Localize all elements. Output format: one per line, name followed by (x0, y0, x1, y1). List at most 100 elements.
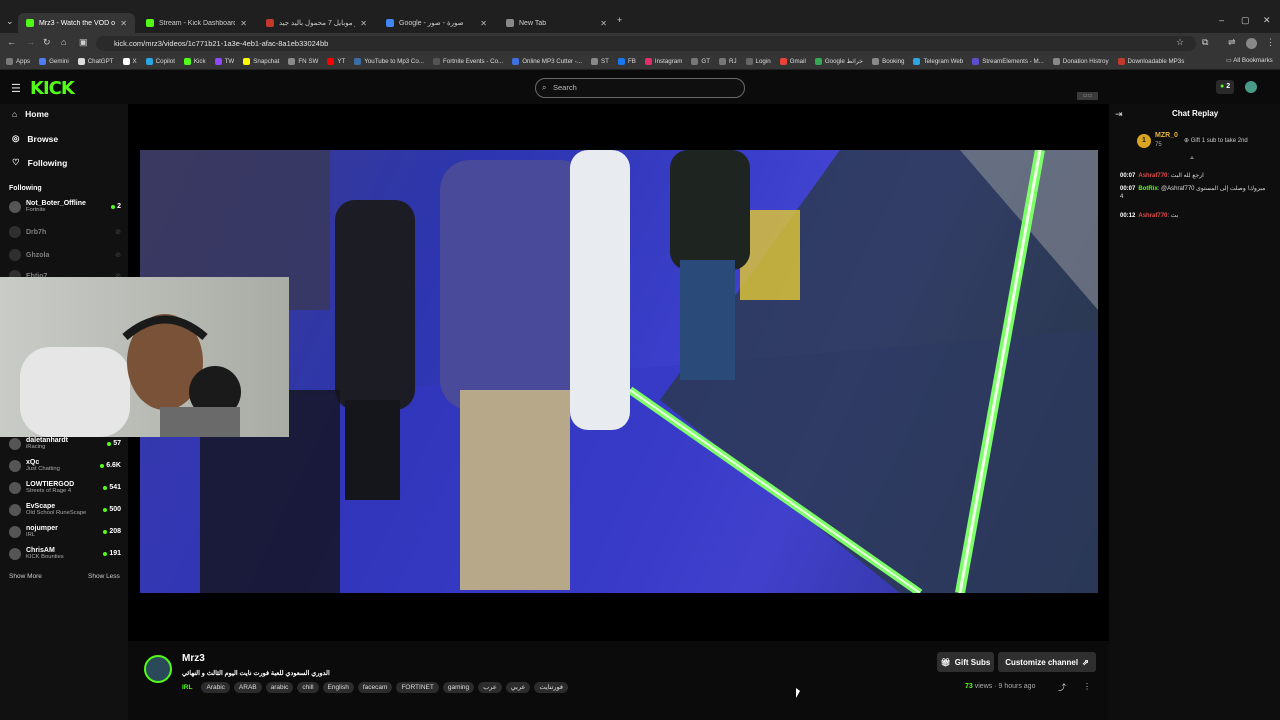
followed-channel[interactable]: Drb7h ⊘ (9, 226, 121, 238)
all-bookmarks-button[interactable]: ▭ All Bookmarks (1222, 57, 1273, 64)
bookmark-item[interactable]: Google خرائط (814, 58, 863, 65)
new-tab-button[interactable]: + (617, 15, 622, 25)
tab-label: Stream - Kick Dashboard (159, 19, 236, 27)
stream-tag[interactable]: English (322, 682, 354, 693)
bookmark-item[interactable]: Fortnite Events - Co... (433, 58, 503, 65)
user-avatar[interactable] (1245, 81, 1257, 93)
pinned-user-name[interactable]: MZR_0 (1155, 132, 1178, 139)
customize-channel-button[interactable]: Customize channel ⇗ (998, 652, 1096, 672)
bookmark-item[interactable]: RJ (718, 58, 737, 65)
close-tab-icon[interactable]: ✕ (240, 19, 247, 28)
bookmark-item[interactable]: Donation Histroy (1052, 58, 1109, 65)
minimize-button[interactable]: – (1219, 15, 1224, 25)
browser-menu-icon[interactable]: ⋮ (1266, 37, 1275, 48)
channel-name[interactable]: Mrz3 (182, 653, 205, 664)
close-tab-icon[interactable]: ✕ (480, 19, 487, 28)
extensions-icon[interactable]: ⧉ (1202, 37, 1208, 48)
channel-avatar[interactable] (144, 655, 172, 683)
bookmark-item[interactable]: FB (617, 58, 636, 65)
message-username[interactable]: Ashraf770 (1138, 173, 1167, 179)
bookmark-star-icon[interactable]: ☆ (1176, 37, 1184, 48)
stream-tag[interactable]: Arabic (201, 682, 230, 693)
followed-channel[interactable]: nojumper IRL 208 (9, 525, 121, 538)
bookmark-item[interactable]: YT (327, 58, 345, 65)
theater-mode-icon[interactable]: ▭▭ (1077, 92, 1098, 100)
followed-channel[interactable]: ChrisAM KICK Bounties 191 (9, 547, 121, 560)
tab-favicon (146, 19, 154, 27)
close-tab-icon[interactable]: ✕ (120, 19, 127, 28)
home-button-icon[interactable]: ⌂ (61, 37, 66, 47)
tab-search-icon[interactable]: ⌄ (6, 16, 14, 27)
bookmark-item[interactable]: StreamElements - M... (972, 58, 1044, 65)
reload-icon[interactable]: ↻ (43, 37, 51, 48)
stream-tag[interactable]: عرب (478, 682, 502, 693)
message-username[interactable]: Ashraf770 (1138, 213, 1167, 219)
bookmark-item[interactable]: GT (691, 58, 710, 65)
forward-icon[interactable]: → (26, 37, 35, 47)
bookmark-item[interactable]: Online MP3 Cutter -... (512, 58, 582, 65)
bookmark-item[interactable]: Login (745, 58, 771, 65)
stream-tag[interactable]: عربي (505, 682, 531, 693)
stream-tag[interactable]: FORTINET (396, 682, 439, 693)
browser-tab[interactable]: Stream - Kick Dashboard ✕ (138, 13, 255, 33)
bookmark-item[interactable]: Kick (183, 58, 206, 65)
stream-tag[interactable]: IRL (182, 682, 197, 693)
browser-tab[interactable]: New Tab ✕ (498, 13, 615, 33)
expand-leaderboard-icon[interactable]: ⩡ (1190, 155, 1194, 163)
bookmark-item[interactable]: ChatGPT (77, 58, 114, 65)
close-window-button[interactable]: ✕ (1263, 15, 1271, 26)
stream-tag[interactable]: ARAB (233, 682, 262, 693)
followed-channel[interactable]: LOWTIERGOD Streets of Rage 4 541 (9, 481, 121, 494)
browser-tab[interactable]: Mrz3 - Watch the VOD on ✕ (18, 13, 135, 33)
bookmark-item[interactable]: TW (214, 58, 234, 65)
followed-channel[interactable]: daletanhardt iRacing 57 (9, 437, 121, 450)
maximize-button[interactable]: ▢ (1241, 15, 1250, 26)
nav-following[interactable]: ♡ Following (12, 157, 67, 168)
gift-subs-button[interactable]: 🎁︎ Gift Subs (937, 652, 994, 672)
bookmark-item[interactable]: Gmail (779, 58, 806, 65)
more-options-icon[interactable]: ⋮ (1083, 682, 1091, 691)
show-more-link[interactable]: Show More (9, 573, 42, 580)
kick-logo[interactable]: KICK (30, 78, 75, 99)
split-view-icon[interactable]: ▣ (79, 37, 88, 48)
bookmark-item[interactable]: X (122, 58, 137, 65)
stream-tag[interactable]: فورتنايت (534, 682, 569, 693)
bookmark-item[interactable]: FN SW (288, 58, 318, 65)
close-tab-icon[interactable]: ✕ (360, 19, 367, 28)
stream-tag[interactable]: chill (297, 682, 319, 693)
back-icon[interactable]: ← (7, 37, 16, 47)
url-field[interactable]: kick.com/mrz3/videos/1c771b21-1a3e-4eb1-… (96, 36, 1196, 51)
bookmark-item[interactable]: Instagram (644, 58, 682, 65)
search-input[interactable]: ⌕ Search (535, 78, 745, 98)
bookmark-item[interactable]: Booking (872, 58, 904, 65)
browser-tab[interactable]: اوسمو موبايل 7 محمول باليد جيد... ✕ (258, 13, 375, 33)
bookmark-item[interactable]: Gemini (39, 58, 69, 65)
profile-avatar[interactable] (1246, 38, 1257, 49)
hamburger-menu-icon[interactable]: ☰ (11, 82, 21, 95)
followed-channel[interactable]: Ghzola ⊘ (9, 249, 121, 261)
followed-channel[interactable]: xQc Just Chatting 6.6K (9, 459, 121, 472)
followed-channel[interactable]: EvScape Old School RuneScape 500 (9, 503, 121, 516)
stream-tag[interactable]: facecam (357, 682, 393, 693)
kicks-balance-badge[interactable]: ● 2 (1216, 80, 1235, 94)
message-username[interactable]: BotRix (1138, 186, 1157, 192)
stream-tag[interactable]: gaming (442, 682, 475, 693)
close-tab-icon[interactable]: ✕ (600, 19, 607, 28)
bookmark-item[interactable]: Snapchat (243, 58, 279, 65)
bookmark-item[interactable]: Copilot (145, 58, 175, 65)
share-icon[interactable]: ⤴ (1058, 682, 1066, 693)
bookmark-item[interactable]: Apps (6, 58, 30, 65)
stream-tag[interactable]: arabic (265, 682, 294, 693)
browser-tab[interactable]: Google - صورة - صور ✕ (378, 13, 495, 33)
bookmark-item[interactable]: Downloadable MP3s (1117, 58, 1184, 65)
pinned-gift-cta[interactable]: ⊕ Gift 1 sub to take 2nd (1184, 137, 1248, 144)
collapse-chat-icon[interactable]: ⇥ (1115, 109, 1123, 120)
nav-browse[interactable]: ◎ Browse (12, 133, 58, 144)
bookmark-item[interactable]: YouTube to Mp3 Co... (354, 58, 424, 65)
bookmark-item[interactable]: ST (591, 58, 609, 65)
translate-icon[interactable]: ⇌ (1228, 37, 1236, 48)
bookmark-item[interactable]: Telegram Web (913, 58, 963, 65)
show-less-link[interactable]: Show Less (88, 573, 120, 580)
followed-channel[interactable]: Not_Boter_Offline Fortnite 2 (9, 200, 121, 213)
nav-home[interactable]: ⌂ Home (12, 109, 49, 119)
